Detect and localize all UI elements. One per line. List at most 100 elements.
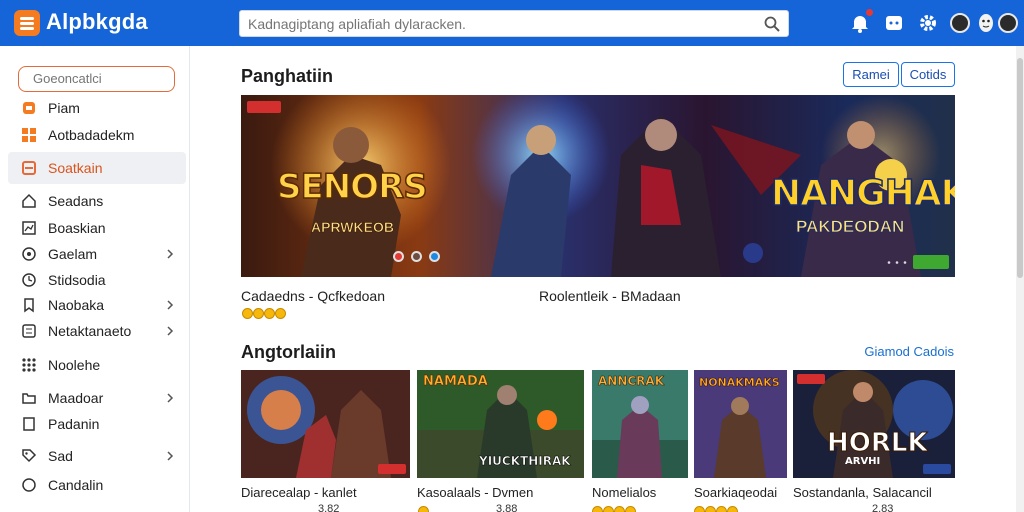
sidebar-item-naobaka[interactable]: Naobaka — [8, 291, 186, 319]
clock-icon — [22, 273, 36, 287]
chevron-right-icon[interactable] — [164, 392, 176, 404]
tablet-icon — [22, 161, 36, 175]
hero-caption-left[interactable]: Cadaedns - Qcfkedoan — [241, 288, 385, 304]
notification-badge — [865, 8, 874, 17]
game-card-1[interactable] — [241, 370, 410, 478]
sidebar-item-candalin[interactable]: Candalin — [8, 471, 186, 499]
sidebar-item-sad[interactable]: Sad — [8, 442, 186, 470]
game-card-3[interactable]: ANNCRAK — [592, 370, 688, 478]
game-card-5[interactable]: HORLK ARVHI — [793, 370, 955, 478]
game-card-5-label[interactable]: Sostandanla, Salacancil — [793, 485, 932, 500]
coin-icon — [253, 308, 264, 319]
card-5-title: HORLK — [827, 428, 929, 459]
card-4-rating — [694, 506, 744, 512]
sidebar-item-gaelam[interactable]: Gaelam — [8, 240, 186, 268]
doc-icon — [23, 417, 35, 431]
chevron-right-icon[interactable] — [164, 450, 176, 462]
gear-icon[interactable] — [916, 11, 940, 35]
messages-icon[interactable] — [882, 11, 906, 35]
sidebar-search[interactable] — [18, 66, 175, 92]
card-tag — [923, 464, 951, 474]
user-avatar[interactable] — [998, 13, 1018, 33]
featured-title: Panghatiin — [241, 66, 334, 86]
card-3-rating — [592, 506, 642, 512]
bookmark-icon — [24, 298, 34, 313]
game-card-1-label[interactable]: Diarecealap - kanlet — [241, 485, 357, 500]
game-card-4[interactable]: NONAKMAKS — [694, 370, 787, 478]
game-card-5-value: 2.83 — [872, 503, 894, 512]
chevron-right-icon[interactable] — [164, 299, 176, 311]
sidebar-item-label: Piam — [48, 100, 80, 116]
top-bar: Alpbkgda — [0, 0, 1024, 46]
app-logo-icon[interactable] — [14, 10, 40, 36]
game-card-3-label[interactable]: Nomelialos — [592, 485, 656, 500]
coin-icon — [716, 506, 727, 512]
compass-icon — [22, 247, 36, 261]
hero-banner[interactable]: SENORS APRWKEOB NANGHAK PAKDEODAN — [241, 95, 955, 277]
carousel-dot[interactable] — [429, 251, 440, 262]
search-box[interactable] — [239, 10, 789, 37]
coin-icon — [694, 506, 705, 512]
game-card-2-label[interactable]: Kasoalaals - Dvmen — [417, 485, 533, 500]
game-card-4-label[interactable]: Soarkiaqeodai — [694, 485, 777, 500]
tag-icon — [22, 449, 37, 463]
chevron-right-icon[interactable] — [164, 325, 176, 337]
sidebar-item-label: Aotbadadekm — [48, 127, 135, 143]
sidebar-item-maadoar[interactable]: Maadoar — [8, 384, 186, 412]
sidebar-item-piam[interactable]: Piam — [8, 94, 186, 122]
card-2-banner: YIUCKTHIRAK — [479, 454, 571, 469]
profile-face-icon[interactable] — [974, 11, 998, 35]
sidebar-search-input[interactable] — [33, 71, 163, 86]
search-input[interactable] — [248, 14, 748, 34]
sidebar-item-label: Maadoar — [48, 390, 104, 406]
scrollbar-thumb[interactable] — [1017, 58, 1023, 278]
coin-icon — [727, 506, 738, 512]
sidebar-item-soatkain[interactable]: Soatkain — [8, 152, 186, 184]
top-icons — [848, 8, 1018, 35]
sidebar-item-padanin[interactable]: Padanin — [8, 410, 186, 438]
avatar[interactable] — [950, 13, 970, 33]
more-dots-icon[interactable] — [887, 261, 907, 264]
notifications-icon[interactable] — [848, 8, 874, 35]
sidebar-item-label: Gaelam — [48, 246, 98, 262]
featured-secondary-button[interactable]: Cotids — [901, 62, 955, 87]
card-2-rating — [418, 506, 430, 512]
coin-icon — [625, 506, 636, 512]
sidebar-item-label: Seadans — [48, 193, 104, 209]
search-icon[interactable] — [764, 16, 780, 32]
featured-primary-button[interactable]: Ramei — [843, 62, 899, 87]
coin-icon — [614, 506, 625, 512]
hero-tag — [247, 101, 281, 113]
card-tag — [378, 464, 406, 474]
home-icon — [22, 193, 36, 208]
sidebar-item-noolehe[interactable]: Noolehe — [8, 351, 186, 379]
card-tag — [797, 374, 825, 384]
sidebar-item-label: Naobaka — [48, 297, 105, 313]
hero-caption-right[interactable]: Roolentleik - BMadaan — [539, 288, 681, 304]
sidebar-item-label: Netaktanaeto — [48, 323, 132, 339]
hero-badge — [913, 255, 949, 269]
game-card-2[interactable]: NAMADA YIUCKTHIRAK — [417, 370, 584, 478]
sidebar-item-seadans[interactable]: Seadans — [8, 187, 186, 215]
carousel-dot[interactable] — [393, 251, 404, 262]
sidebar-item-aotbadadekm[interactable]: Aotbadadekm — [8, 121, 186, 149]
card-2-title: NAMADA — [423, 374, 488, 390]
sidebar: Piam Aotbadadekm Soatkain Seadans Boaski… — [0, 46, 190, 512]
shield-icon — [22, 478, 36, 492]
rating-coins — [242, 308, 302, 320]
app-title[interactable]: Alpbkgda — [46, 9, 148, 35]
sidebar-item-stidsodia[interactable]: Stidsodia — [8, 266, 186, 294]
see-all-link[interactable]: Giamod Cadois — [864, 344, 954, 359]
sidebar-item-label: Candalin — [48, 477, 104, 493]
hero-left-subtitle: APRWKEOB — [311, 219, 395, 236]
game-card-1-value: 3.82 — [318, 503, 340, 512]
list-icon — [22, 324, 36, 338]
carousel-dot[interactable] — [411, 251, 422, 262]
game-icon — [23, 102, 35, 114]
chevron-right-icon[interactable] — [164, 248, 176, 260]
sidebar-item-label: Sad — [48, 448, 73, 464]
sidebar-item-boaskian[interactable]: Boaskian — [8, 214, 186, 242]
game-card-2-value: 3.88 — [496, 503, 518, 512]
sidebar-item-netaktanaeto[interactable]: Netaktanaeto — [8, 317, 186, 345]
hero-left-title: SENORS — [276, 166, 428, 208]
